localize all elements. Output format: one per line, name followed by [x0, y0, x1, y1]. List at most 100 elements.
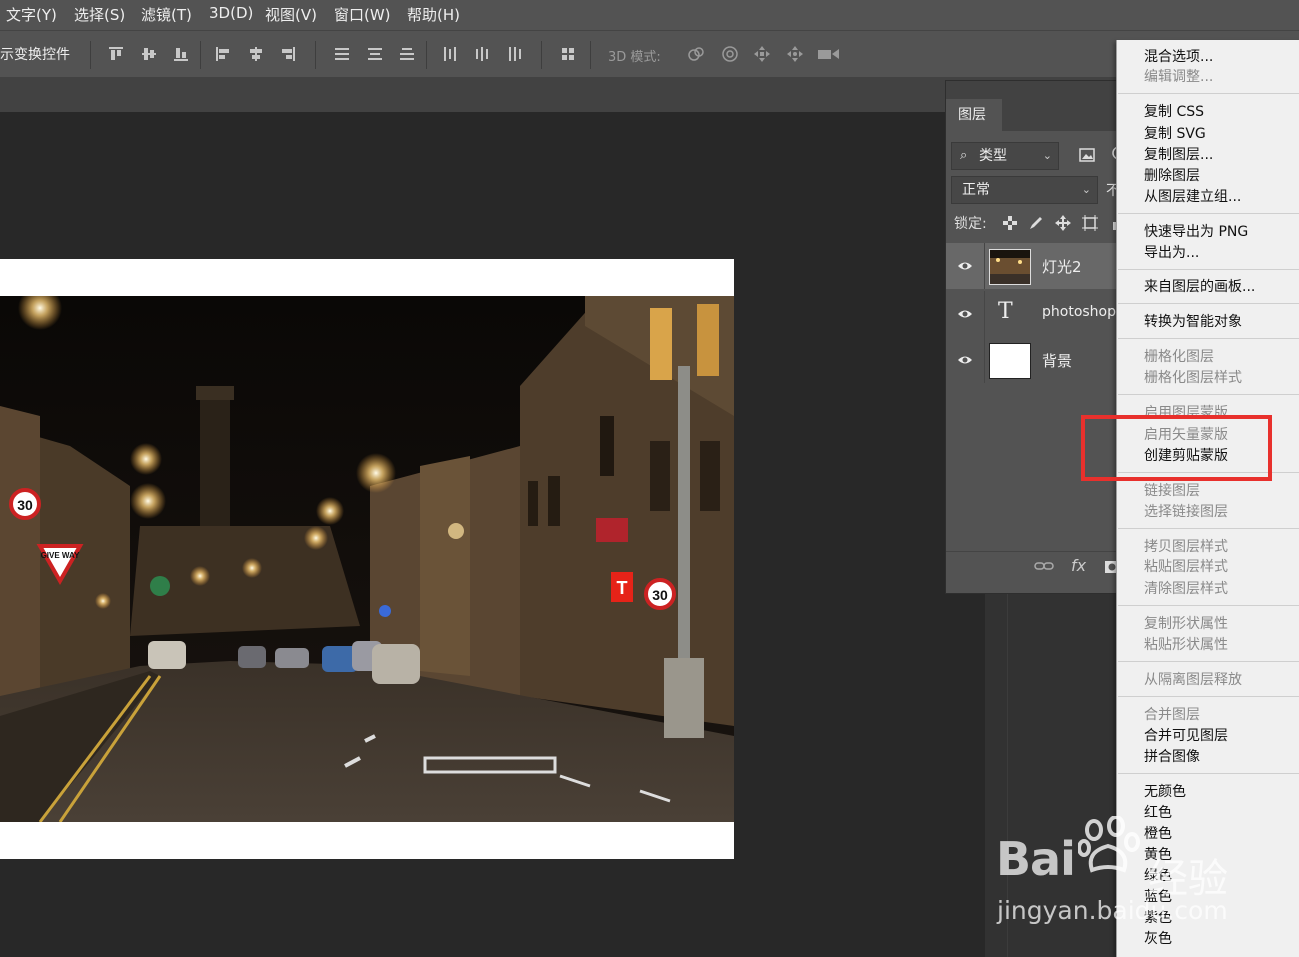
speed-sign-left: 30 [17, 497, 33, 513]
menu-item-convert-smart-object[interactable]: 转换为智能对象 [1144, 311, 1242, 331]
menu-separator [1118, 394, 1299, 395]
menu-item-copy-svg[interactable]: 复制 SVG [1144, 123, 1206, 143]
menu-item-release-isolation: 从隔离图层释放 [1144, 672, 1242, 688]
menu-item-duplicate-layer[interactable]: 复制图层... [1144, 144, 1213, 164]
layer-thumbnail [989, 249, 1031, 285]
align-right-icon[interactable] [279, 45, 297, 63]
menu-separator [1118, 696, 1299, 697]
menu-item-copy-css[interactable]: 复制 CSS [1144, 101, 1204, 121]
align-left-icon[interactable] [214, 45, 232, 63]
menu-bar: 文字(Y) 选择(S) 滤镜(T) 3D(D) 视图(V) 窗口(W) 帮助(H… [0, 0, 1299, 30]
layer-row[interactable]: T photoshop [946, 291, 1121, 337]
pan-3d-icon[interactable] [753, 45, 771, 63]
lock-pixels-icon[interactable] [1028, 215, 1044, 231]
highlight-box [1081, 415, 1272, 481]
divider [984, 243, 985, 289]
speed-sign-right: 30 [652, 587, 668, 603]
divider [315, 41, 316, 69]
divider [426, 41, 427, 69]
layers-panel-footer: fx [946, 551, 1121, 586]
menu-item-paste-shape-attributes: 粘贴形状属性 [1144, 637, 1228, 653]
menu-item-copy-shape-attributes: 复制形状属性 [1144, 616, 1228, 632]
menu-item-rasterize-layer-style: 栅格化图层样式 [1144, 370, 1242, 386]
divider [200, 41, 201, 69]
menu-item-blending-options[interactable]: 混合选项... [1144, 46, 1213, 66]
visibility-eye-icon[interactable] [957, 258, 973, 272]
layer-filter-select[interactable]: ⌕ 类型 ⌄ [951, 142, 1059, 170]
orbit-3d-icon[interactable] [687, 45, 705, 63]
menu-item-quick-export-png[interactable]: 快速导出为 PNG [1144, 221, 1248, 241]
menu-item-export-as[interactable]: 导出为... [1144, 242, 1199, 262]
menu-item-gray[interactable]: 灰色 [1144, 928, 1172, 948]
layer-thumbnail [989, 343, 1031, 379]
align-hcenter-icon[interactable] [247, 45, 265, 63]
menu-item-red[interactable]: 红色 [1144, 802, 1172, 822]
distribute-bottom-icon[interactable] [398, 45, 416, 63]
visibility-eye-icon[interactable] [957, 306, 973, 320]
distribute-left-icon[interactable] [441, 45, 459, 63]
menu-item-select-linked-layers: 选择链接图层 [1144, 504, 1228, 520]
slide-3d-icon[interactable] [786, 45, 804, 63]
panel-tab-bar [1002, 99, 1121, 131]
roll-3d-icon[interactable] [721, 45, 739, 63]
filter-label: 类型 [979, 148, 1007, 164]
layer-name[interactable]: 灯光2 [1042, 256, 1082, 277]
menu-separator [1118, 528, 1299, 529]
menu-type[interactable]: 文字(Y) [6, 4, 57, 25]
distribute-hcenter-icon[interactable] [473, 45, 491, 63]
menu-item-copy-layer-style: 拷贝图层样式 [1144, 539, 1228, 555]
align-top-icon[interactable] [107, 45, 125, 63]
lock-transparent-icon[interactable] [1002, 215, 1018, 231]
auto-align-icon[interactable] [559, 45, 577, 63]
menu-item-artboard-from-layers[interactable]: 来自图层的画板... [1144, 276, 1255, 296]
menu-item-flatten-image[interactable]: 拼合图像 [1144, 746, 1200, 766]
menu-view[interactable]: 视图(V) [265, 4, 317, 25]
menu-item-paste-layer-style: 粘贴图层样式 [1144, 559, 1228, 575]
align-vcenter-icon[interactable] [140, 45, 158, 63]
lock-position-icon[interactable] [1055, 215, 1071, 231]
link-layers-icon[interactable] [1034, 558, 1054, 574]
divider [541, 41, 542, 69]
layer-row[interactable]: 背景 [946, 337, 1121, 383]
shop-sign: T [617, 578, 628, 598]
menu-item-orange[interactable]: 橙色 [1144, 823, 1172, 843]
menu-select[interactable]: 选择(S) [74, 4, 125, 25]
align-bottom-icon[interactable] [172, 45, 190, 63]
blend-mode-select[interactable]: 正常 ⌄ [951, 176, 1098, 204]
scale-3d-icon[interactable] [817, 45, 841, 63]
menu-item-group-from-layers[interactable]: 从图层建立组... [1144, 186, 1241, 206]
menu-3d[interactable]: 3D(D) [209, 4, 253, 22]
menu-help[interactable]: 帮助(H) [407, 4, 460, 25]
fx-button[interactable]: fx [1071, 556, 1086, 575]
distribute-top-icon[interactable] [333, 45, 351, 63]
tab-layers[interactable]: 图层 [946, 99, 1002, 131]
layer-name[interactable]: 背景 [1042, 350, 1072, 371]
chevron-down-icon: ⌄ [1042, 149, 1052, 162]
menu-item-no-color[interactable]: 无颜色 [1144, 781, 1186, 801]
menu-filter[interactable]: 滤镜(T) [141, 4, 192, 25]
menu-item-merge-visible[interactable]: 合并可见图层 [1144, 725, 1228, 745]
image-filter-icon[interactable] [1079, 147, 1095, 162]
layers-panel: 图层 ⌕ 类型 ⌄ 正常 ⌄ 不 锁定: 灯光2 T photoshop 背景 … [945, 80, 1122, 594]
distribute-vcenter-icon[interactable] [366, 45, 384, 63]
chevron-down-icon: ⌄ [1081, 183, 1091, 196]
menu-separator [1118, 93, 1299, 94]
menu-separator [1118, 303, 1299, 304]
menu-separator [1118, 269, 1299, 270]
menu-window[interactable]: 窗口(W) [334, 4, 391, 25]
visibility-eye-icon[interactable] [957, 352, 973, 366]
layer-context-menu: 混合选项... 编辑调整... 复制 CSS 复制 SVG 复制图层... 删除… [1116, 40, 1299, 957]
transform-controls-label[interactable]: 示变换控件 [0, 44, 70, 64]
menu-separator [1118, 338, 1299, 339]
layer-row[interactable]: 灯光2 [946, 243, 1121, 289]
menu-item-clear-layer-style: 清除图层样式 [1144, 581, 1228, 597]
lock-label: 锁定: [954, 216, 987, 232]
panel-header [946, 81, 1121, 99]
lock-artboard-icon[interactable] [1082, 215, 1098, 231]
menu-item-delete-layer[interactable]: 删除图层 [1144, 165, 1200, 185]
distribute-right-icon[interactable] [506, 45, 524, 63]
divider [984, 337, 985, 383]
baidu-watermark: Bai [996, 832, 1076, 886]
options-bar: 示变换控件 3D 模式: [0, 30, 1299, 78]
layer-name[interactable]: photoshop [1042, 304, 1116, 320]
